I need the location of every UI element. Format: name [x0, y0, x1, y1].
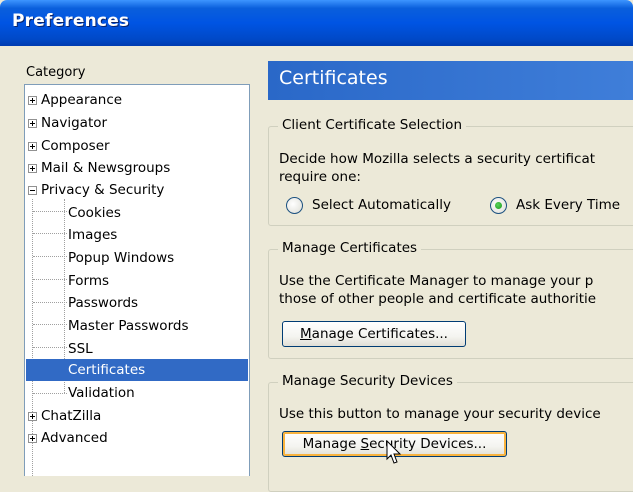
tree-item-label: Master Passwords	[68, 318, 189, 334]
panel-header: Certificates	[268, 61, 633, 100]
tree-item-label: Privacy & Security	[41, 182, 165, 198]
collapse-icon[interactable]	[28, 186, 37, 195]
tree-connector	[33, 256, 67, 257]
tree-item-label: Mail & Newsgroups	[41, 160, 171, 176]
category-label: Category	[26, 65, 86, 80]
tree-item-passwords[interactable]: Passwords	[68, 292, 138, 314]
mouse-cursor-icon	[386, 440, 402, 464]
manage-certificates-button[interactable]: Manage Certificates...	[282, 321, 466, 347]
tree-item-validation[interactable]: Validation	[68, 382, 135, 404]
security-devices-description: Use this button to manage your security …	[279, 406, 601, 422]
tree-item-label: Navigator	[41, 115, 108, 131]
tree-connector	[33, 347, 67, 348]
manage-certificates-description-line1: Use the Certificate Manager to manage yo…	[279, 273, 594, 289]
tree-item-label: ChatZilla	[41, 408, 102, 424]
tree-item-label: Advanced	[41, 430, 108, 446]
manage-certificates-legend: Manage Certificates	[278, 240, 422, 256]
title-bar[interactable]: Preferences	[0, 0, 633, 46]
expand-icon[interactable]	[28, 412, 37, 421]
tree-item-label: SSL	[68, 341, 93, 357]
tree-item-label: Passwords	[68, 295, 139, 311]
tree-item-cookies[interactable]: Cookies	[68, 202, 121, 224]
expand-icon[interactable]	[28, 119, 37, 128]
tree-connector	[33, 302, 67, 303]
button-mnemonic: M	[300, 326, 312, 342]
tree-connector	[33, 211, 67, 212]
tree-item-label: Popup Windows	[68, 250, 175, 266]
button-mnemonic: S	[360, 436, 370, 452]
expand-icon[interactable]	[28, 164, 37, 173]
tree-item-ssl[interactable]: SSL	[68, 338, 93, 360]
button-label: anage Certificates...	[311, 326, 448, 342]
tree-item-forms[interactable]: Forms	[68, 270, 109, 292]
tree-item-images[interactable]: Images	[68, 224, 117, 246]
radio-selected-dot	[495, 202, 502, 209]
security-devices-legend: Manage Security Devices	[278, 373, 457, 389]
tree-item-label: Validation	[68, 385, 135, 401]
category-tree[interactable]: Appearance Navigator Composer Mail & New…	[24, 84, 250, 476]
ask-every-time-label[interactable]: Ask Every Time	[516, 197, 620, 213]
tree-item-label: Certificates	[68, 362, 146, 378]
expand-icon[interactable]	[28, 96, 37, 105]
tree-item-master-passwords[interactable]: Master Passwords	[68, 315, 189, 337]
ask-every-time-radio[interactable]	[490, 197, 507, 214]
tree-connector	[33, 279, 67, 280]
tree-item-label: Forms	[68, 273, 110, 289]
select-automatically-radio[interactable]	[286, 197, 303, 214]
tree-item-label: Cookies	[68, 205, 121, 221]
tree-item-label: Appearance	[41, 92, 123, 108]
tree-item-label: Composer	[41, 138, 110, 154]
tree-item-popup-windows[interactable]: Popup Windows	[68, 247, 174, 269]
panel-title: Certificates	[279, 67, 388, 89]
tree-connector	[33, 233, 67, 234]
button-label: Manage	[302, 436, 361, 452]
expand-icon[interactable]	[28, 434, 37, 443]
client-certificate-description-line2: require one:	[279, 169, 361, 185]
window-title: Preferences	[12, 11, 130, 31]
select-automatically-label[interactable]: Select Automatically	[312, 197, 451, 213]
expand-icon[interactable]	[28, 142, 37, 151]
tree-item-label: Images	[68, 227, 118, 243]
manage-certificates-description-line2: those of other people and certificate au…	[279, 291, 597, 307]
tree-connector	[33, 393, 67, 394]
tree-item-certificates[interactable]: Certificates	[68, 359, 145, 381]
tree-connector	[33, 324, 67, 325]
client-certificate-legend: Client Certificate Selection	[278, 117, 467, 133]
client-certificate-description-line1: Decide how Mozilla selects a security ce…	[279, 151, 596, 167]
